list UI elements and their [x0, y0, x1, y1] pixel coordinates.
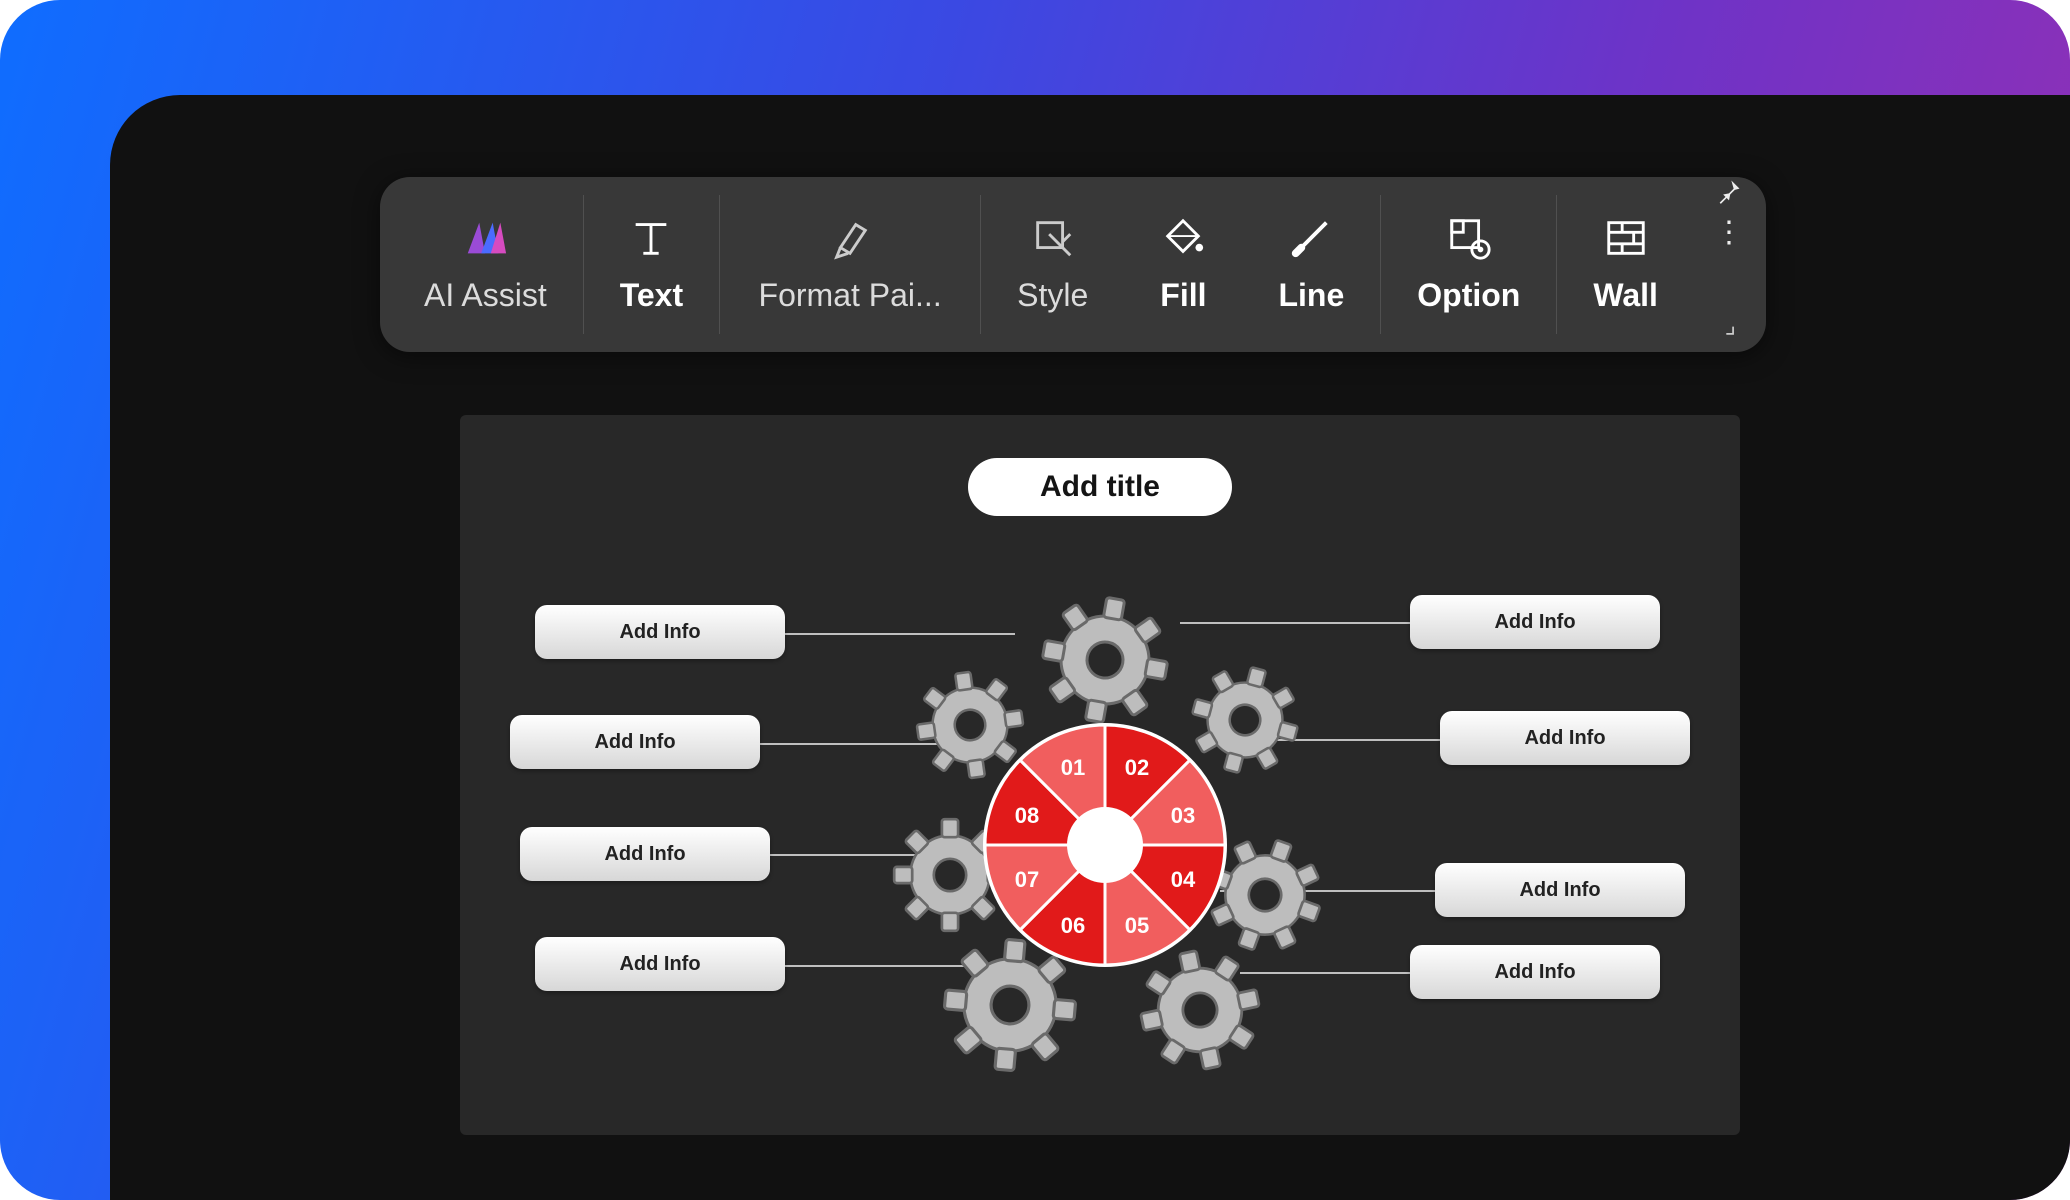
toolbar-line[interactable]: Line [1242, 177, 1380, 352]
info-box[interactable]: Add Info [1435, 863, 1685, 917]
ai-assist-icon [462, 215, 508, 261]
app-window: AI Assist Text Format Pai... [110, 95, 2070, 1200]
slide-canvas[interactable]: Add title Add Info Add Info Add Info Add… [460, 415, 1740, 1135]
segment-label: 07 [1015, 867, 1039, 892]
more-vertical-icon[interactable]: ⋮ [1714, 228, 1744, 238]
info-box[interactable]: Add Info [1410, 945, 1660, 999]
info-box[interactable]: Add Info [535, 605, 785, 659]
info-box[interactable]: Add Info [520, 827, 770, 881]
text-icon [628, 215, 674, 261]
info-box[interactable]: Add Info [1440, 711, 1690, 765]
fill-icon [1160, 215, 1206, 261]
style-icon [1030, 215, 1076, 261]
toolbar-fill[interactable]: Fill [1124, 177, 1242, 352]
toolbar-text[interactable]: Text [584, 177, 719, 352]
segment-wheel[interactable]: 01 02 03 04 05 06 07 08 [983, 723, 1227, 967]
gear-icon [1033, 588, 1177, 732]
toolbar-ai-assist-label: AI Assist [424, 277, 547, 314]
format-painter-icon [827, 215, 873, 261]
toolbar-option-label: Option [1417, 277, 1520, 314]
toolbar-style[interactable]: Style [981, 177, 1124, 352]
segment-label: 02 [1125, 755, 1149, 780]
gear-icon [1180, 655, 1309, 784]
segment-label: 03 [1171, 803, 1195, 828]
expand-corner-icon[interactable]: ⌟ [1725, 311, 1736, 340]
segment-label: 04 [1171, 867, 1196, 892]
segment-label: 06 [1061, 913, 1085, 938]
toolbar-fill-label: Fill [1160, 277, 1206, 314]
toolbar-style-label: Style [1017, 277, 1088, 314]
segment-label: 08 [1015, 803, 1039, 828]
info-box[interactable]: Add Info [535, 937, 785, 991]
toolbar-ai-assist[interactable]: AI Assist [388, 177, 583, 352]
outer-gradient-frame: AI Assist Text Format Pai... [0, 0, 2070, 1200]
segment-label: 01 [1061, 755, 1085, 780]
toolbar-wall-label: Wall [1593, 277, 1658, 314]
pin-icon[interactable] [1715, 177, 1743, 210]
toolbar-line-label: Line [1278, 277, 1344, 314]
option-icon [1446, 215, 1492, 261]
segment-label: 05 [1125, 913, 1149, 938]
line-icon [1288, 215, 1334, 261]
toolbar-text-label: Text [620, 277, 683, 314]
info-box[interactable]: Add Info [1410, 595, 1660, 649]
toolbar-option[interactable]: Option [1381, 177, 1556, 352]
toolbar-format-painter-label: Format Pai... [759, 277, 942, 314]
gear-icon [1130, 940, 1270, 1080]
center-gear-wheel-graphic[interactable]: 01 02 03 04 05 06 07 08 [870, 565, 1340, 1085]
toolbar-format-painter[interactable]: Format Pai... [720, 177, 980, 352]
info-box[interactable]: Add Info [510, 715, 760, 769]
slide-title[interactable]: Add title [968, 458, 1232, 516]
toolbar-wall[interactable]: Wall [1557, 177, 1694, 352]
floating-toolbar: AI Assist Text Format Pai... [380, 177, 1766, 352]
wall-icon [1603, 215, 1649, 261]
